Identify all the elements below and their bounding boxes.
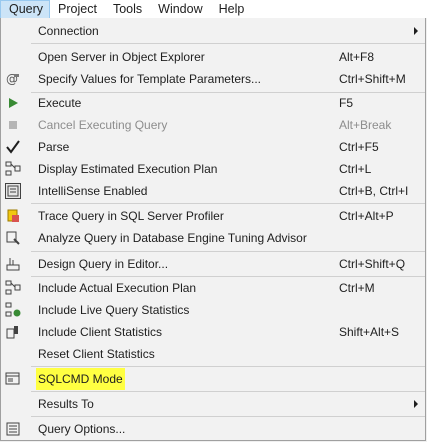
menu-item-display-estimated-plan[interactable]: Display Estimated Execution Plan Ctrl+L: [1, 158, 426, 180]
client-statistics-icon: [5, 324, 21, 340]
menu-item-shortcut: F5: [339, 96, 354, 110]
live-statistics-icon: [5, 302, 21, 318]
menu-item-label: Connection: [38, 24, 99, 38]
actual-plan-icon: [5, 280, 21, 296]
menu-item-label: Analyze Query in Database Engine Tuning …: [38, 231, 307, 245]
separator: [31, 391, 425, 392]
menubar-query[interactable]: Query: [0, 0, 51, 18]
menu-item-reset-client-statistics[interactable]: Reset Client Statistics: [1, 343, 426, 365]
sqlcmd-icon: [5, 371, 21, 387]
menu-bar: Query Project Tools Window Help: [0, 0, 427, 18]
menubar-project[interactable]: Project: [50, 0, 105, 18]
menu-item-analyze-query[interactable]: Analyze Query in Database Engine Tuning …: [1, 227, 426, 249]
profiler-icon: [5, 208, 21, 224]
menu-item-shortcut: Ctrl+M: [339, 281, 375, 295]
menu-item-label: IntelliSense Enabled: [38, 184, 148, 198]
menubar-window[interactable]: Window: [150, 0, 210, 18]
separator: [31, 251, 425, 252]
menu-item-trace-query[interactable]: Trace Query in SQL Server Profiler Ctrl+…: [1, 205, 426, 227]
menu-item-cancel-executing-query: Cancel Executing Query Alt+Break: [1, 114, 426, 136]
menu-item-sqlcmd-mode[interactable]: SQLCMD Mode: [1, 368, 426, 390]
menubar-tools[interactable]: Tools: [105, 0, 150, 18]
separator: [31, 366, 425, 367]
menu-item-label: Query Options...: [38, 422, 126, 436]
menu-item-shortcut: Alt+Break: [339, 118, 392, 132]
separator: [31, 43, 425, 44]
menu-item-shortcut: Alt+F8: [339, 50, 375, 64]
menu-item-label: Display Estimated Execution Plan: [38, 162, 218, 176]
menu-item-label: Include Actual Execution Plan: [38, 281, 197, 295]
menu-item-label: Execute: [38, 96, 82, 110]
menu-item-shortcut: Ctrl+F5: [339, 140, 379, 154]
menu-item-label: Results To: [38, 397, 94, 411]
menu-item-label: Open Server in Object Explorer: [38, 50, 205, 64]
menu-item-include-actual-plan[interactable]: Include Actual Execution Plan Ctrl+M: [1, 277, 426, 299]
menu-item-shortcut: Ctrl+Shift+M: [339, 72, 406, 86]
execute-play-icon: [5, 95, 21, 111]
query-menu-dropdown: Connection Open Server in Object Explore…: [0, 18, 426, 441]
menu-item-design-query[interactable]: Design Query in Editor... Ctrl+Shift+Q: [1, 253, 426, 275]
menu-item-shortcut: Ctrl+B, Ctrl+I: [339, 184, 409, 198]
menu-item-connection[interactable]: Connection: [1, 20, 426, 42]
menu-item-query-options[interactable]: Query Options...: [1, 418, 426, 440]
intellisense-icon: [5, 183, 21, 199]
execution-plan-icon: [5, 161, 21, 177]
template-parameters-icon: @: [5, 71, 21, 87]
menu-item-shortcut: Ctrl+Shift+Q: [339, 257, 406, 271]
menu-item-results-to[interactable]: Results To: [1, 393, 426, 415]
menu-item-label: Trace Query in SQL Server Profiler: [38, 209, 224, 223]
separator: [31, 203, 425, 204]
menu-item-shortcut: Shift+Alt+S: [339, 325, 400, 339]
submenu-arrow-icon: [414, 400, 418, 408]
separator: [31, 416, 425, 417]
menu-item-label: Cancel Executing Query: [38, 118, 168, 132]
menubar-help[interactable]: Help: [211, 0, 253, 18]
menu-item-label: Include Live Query Statistics: [38, 303, 190, 317]
menu-item-parse[interactable]: Parse Ctrl+F5: [1, 136, 426, 158]
query-options-icon: [5, 421, 21, 437]
menu-item-intellisense[interactable]: IntelliSense Enabled Ctrl+B, Ctrl+I: [1, 180, 426, 202]
menu-item-label: Include Client Statistics: [38, 325, 163, 339]
menu-item-label: Reset Client Statistics: [38, 347, 155, 361]
design-query-icon: [5, 256, 21, 272]
menu-item-specify-values[interactable]: @ Specify Values for Template Parameters…: [1, 68, 426, 90]
menu-item-open-server[interactable]: Open Server in Object Explorer Alt+F8: [1, 46, 426, 68]
menu-item-label: SQLCMD Mode: [36, 368, 125, 390]
menu-item-label: Parse: [38, 140, 70, 154]
menu-item-include-client-statistics[interactable]: Include Client Statistics Shift+Alt+S: [1, 321, 426, 343]
menu-item-include-live-statistics[interactable]: Include Live Query Statistics: [1, 299, 426, 321]
menu-item-shortcut: Ctrl+L: [339, 162, 372, 176]
menu-item-shortcut: Ctrl+Alt+P: [339, 209, 394, 223]
checkmark-icon: [5, 139, 21, 155]
tuning-advisor-icon: [5, 230, 21, 246]
menu-item-label: Specify Values for Template Parameters..…: [38, 72, 261, 86]
menu-item-execute[interactable]: Execute F5: [1, 92, 426, 114]
menu-item-label: Design Query in Editor...: [38, 257, 169, 271]
stop-icon: [5, 117, 21, 133]
submenu-arrow-icon: [414, 27, 418, 35]
